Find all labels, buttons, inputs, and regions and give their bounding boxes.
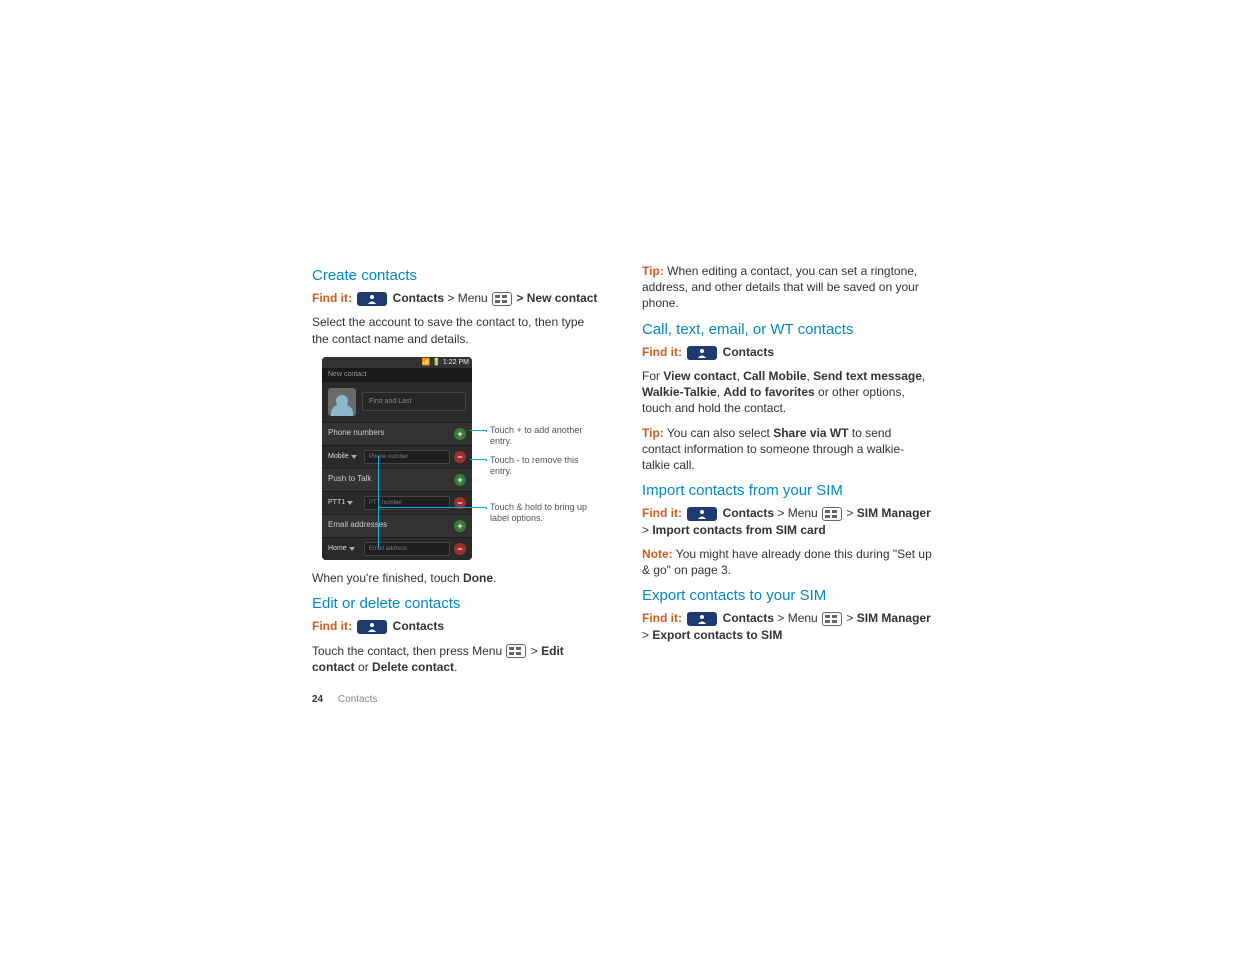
findit-menu-text: > Menu — [447, 291, 487, 305]
footer-section: Contacts — [338, 694, 377, 705]
menu-icon — [506, 644, 526, 658]
section-email: Email addresses + — [322, 514, 472, 537]
plus-button[interactable]: + — [454, 474, 466, 486]
findit-line-4: Find it: Contacts > Menu > SIM Manager >… — [642, 505, 932, 537]
contacts-app-icon — [357, 620, 387, 634]
heading-import: Import contacts from your SIM — [642, 481, 932, 501]
annotation-hold: Touch & hold to bring up label options. — [490, 502, 600, 524]
findit-label: Find it: — [312, 619, 352, 633]
findit-contacts: Contacts — [723, 611, 774, 625]
avatar-placeholder[interactable] — [328, 388, 356, 416]
findit-line-3: Find it: Contacts — [642, 344, 932, 360]
findit-new-contact: > New contact — [516, 291, 597, 305]
menu-icon — [492, 292, 512, 306]
menu-icon — [822, 612, 842, 626]
tip-label: Tip: — [642, 426, 664, 440]
annotation-plus: Touch + to add another entry. — [490, 425, 600, 447]
heading-export: Export contacts to your SIM — [642, 586, 932, 606]
findit-label: Find it: — [642, 345, 682, 359]
contacts-app-icon — [357, 292, 387, 306]
findit-line-2: Find it: Contacts — [312, 618, 602, 634]
heading-edit-delete: Edit or delete contacts — [312, 594, 602, 614]
paragraph-select-account: Select the account to save the contact t… — [312, 314, 602, 346]
paragraph-edit-delete: Touch the contact, then press Menu > Edi… — [312, 643, 602, 675]
findit-contacts: Contacts — [723, 345, 774, 359]
phone-screenshot: 📶 🔋 1:22 PM New contact First and Last P… — [322, 357, 472, 560]
new-contact-header: First and Last — [322, 382, 472, 422]
row-ptt: PTT1 PTT number − — [322, 491, 472, 514]
input-phone[interactable]: Phone number — [364, 450, 450, 464]
section-label: Push to Talk — [328, 474, 371, 485]
findit-contacts: Contacts — [393, 619, 444, 633]
new-contact-title: New contact — [322, 368, 472, 381]
paragraph-for-options: For View contact, Call Mobile, Send text… — [642, 368, 932, 417]
findit-contacts: Contacts — [393, 291, 444, 305]
findit-line-1: Find it: Contacts > Menu > New contact — [312, 290, 602, 306]
page-number: 24 — [312, 694, 323, 705]
section-label: Phone numbers — [328, 428, 384, 439]
label-home[interactable]: Home — [328, 544, 360, 553]
heading-create-contacts: Create contacts — [312, 266, 602, 286]
name-input[interactable]: First and Last — [362, 392, 466, 411]
contacts-app-icon — [687, 507, 717, 521]
tip-1: Tip: When editing a contact, you can set… — [642, 263, 932, 312]
findit-contacts: Contacts — [723, 506, 774, 520]
findit-label: Find it: — [642, 611, 682, 625]
annotation-minus: Touch - to remove this entry. — [490, 455, 600, 477]
input-email[interactable]: Email address — [364, 542, 450, 556]
page: Create contacts Find it: Contacts > Menu… — [0, 0, 1235, 766]
tip-2: Tip: You can also select Share via WT to… — [642, 425, 932, 474]
minus-button[interactable]: − — [454, 451, 466, 463]
section-phone-numbers: Phone numbers + — [322, 422, 472, 445]
row-email: Home Email address − — [322, 537, 472, 560]
findit-label: Find it: — [312, 291, 352, 305]
phone-statusbar: 📶 🔋 1:22 PM — [322, 357, 472, 368]
plus-button[interactable]: + — [454, 428, 466, 440]
left-column: Create contacts Find it: Contacts > Menu… — [312, 260, 602, 706]
note-import: Note: You might have already done this d… — [642, 546, 932, 578]
minus-button[interactable]: − — [454, 543, 466, 555]
paragraph-done: When you're finished, touch Done. — [312, 570, 602, 586]
section-ptt: Push to Talk + — [322, 468, 472, 491]
heading-call-text: Call, text, email, or WT contacts — [642, 320, 932, 340]
contacts-app-icon — [687, 612, 717, 626]
plus-button[interactable]: + — [454, 520, 466, 532]
label-ptt1[interactable]: PTT1 — [328, 498, 360, 507]
menu-icon — [822, 507, 842, 521]
page-footer: 24 Contacts — [312, 693, 602, 707]
tip-label: Tip: — [642, 264, 664, 278]
right-column: Tip: When editing a contact, you can set… — [642, 260, 932, 706]
status-time: 1:22 PM — [443, 358, 469, 367]
findit-label: Find it: — [642, 506, 682, 520]
contacts-app-icon — [687, 346, 717, 360]
status-icons: 📶 🔋 — [422, 358, 441, 367]
note-label: Note: — [642, 547, 673, 561]
findit-line-5: Find it: Contacts > Menu > SIM Manager >… — [642, 610, 932, 642]
label-mobile[interactable]: Mobile — [328, 452, 360, 461]
row-mobile: Mobile Phone number − — [322, 445, 472, 468]
